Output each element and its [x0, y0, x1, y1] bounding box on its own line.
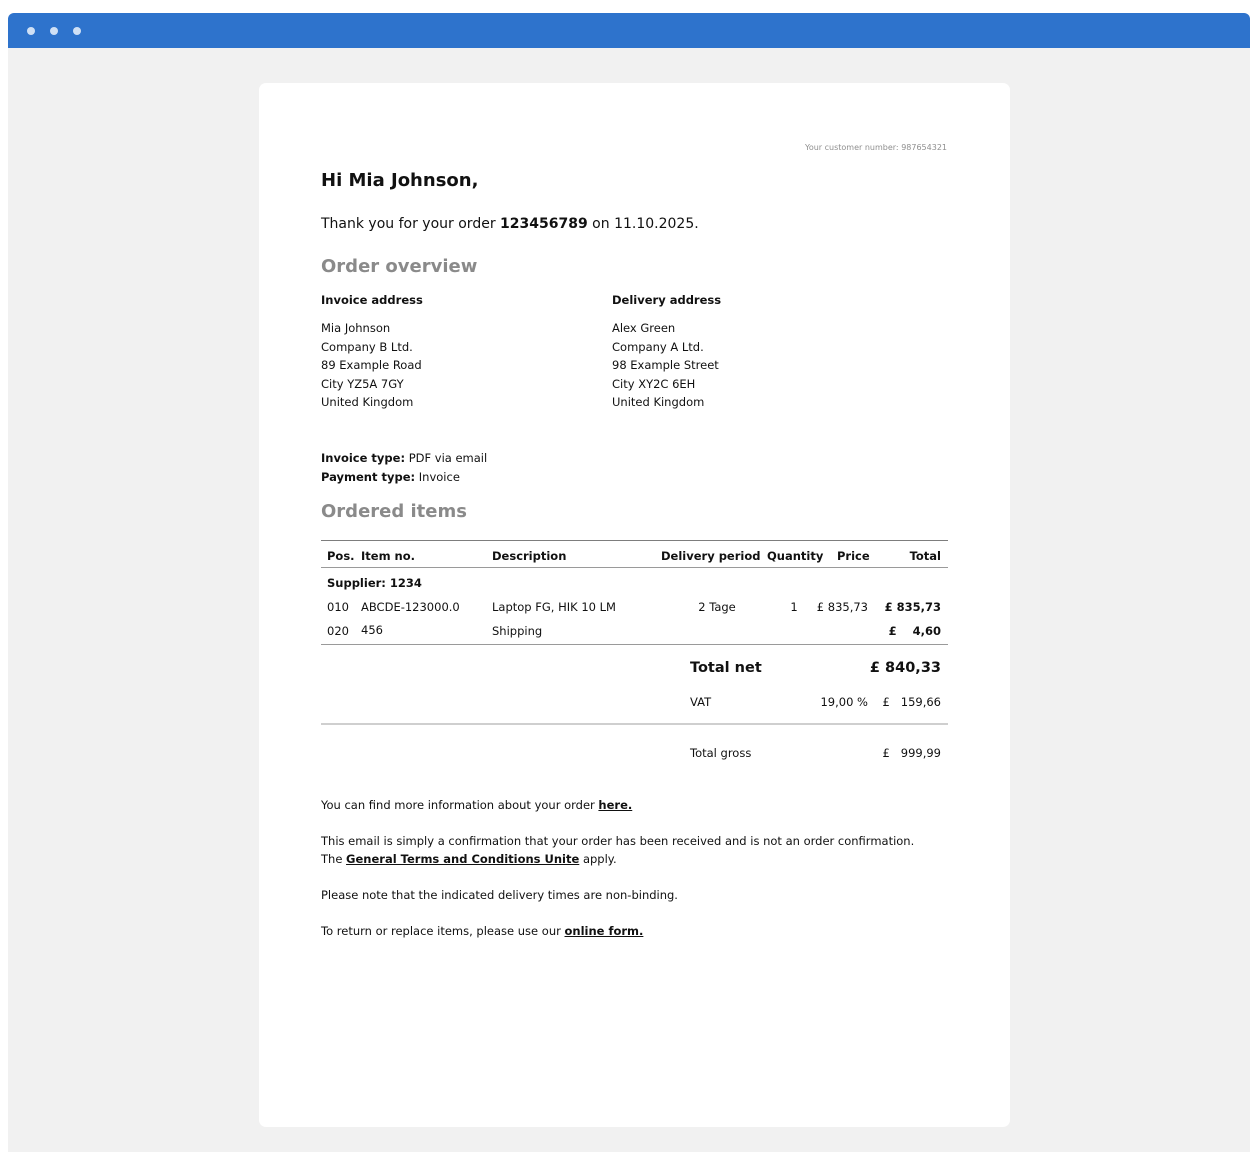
delivery-address-line: United Kingdom [612, 395, 705, 409]
row-price: £ 835,73 [816, 600, 868, 614]
order-number: 123456789 [500, 216, 588, 232]
payment-type-value: Invoice [418, 470, 460, 484]
customer-number: Your customer number: 987654321 [803, 143, 947, 152]
order-info-text: You can find more information about your… [321, 798, 595, 812]
invoice-type-label: Invoice type: [321, 451, 406, 465]
col-header-delivery-period: Delivery period [661, 549, 761, 563]
invoice-address-line: Company B Ltd. [321, 339, 413, 354]
confirmation-note: This email is simply a confirmation that… [321, 832, 914, 868]
invoice-address-line: United Kingdom [321, 395, 414, 409]
row-description: Laptop FG, HIK 10 LM [492, 600, 616, 614]
total-net-label: Total net [690, 660, 762, 676]
row-total: £ 4,60 [888, 624, 941, 638]
row-delivery-period: 2 Tage [698, 600, 736, 614]
col-header-item-no: Item no. [361, 549, 416, 563]
browser-window: Your customer number: 987654321 Hi Mia J… [8, 13, 1250, 1152]
table-top-rule [321, 540, 948, 541]
row-quantity: 1 [790, 600, 798, 614]
invoice-type-line: Invoice type: PDF via email [321, 449, 487, 468]
invoice-address-line: City YZ5A 7GY [321, 376, 404, 391]
thanks-prefix: Thank you for your order [321, 216, 496, 232]
ordered-items-heading: Ordered items [321, 501, 467, 522]
delivery-address-line: City XY2C 6EH [612, 376, 696, 391]
delivery-address: Alex Green Company A Ltd. 98 Example Str… [612, 319, 719, 412]
payment-type-label: Payment type: [321, 470, 416, 484]
delivery-address-line: 98 Example Street [612, 358, 719, 372]
invoice-address-line: Mia Johnson [321, 321, 391, 335]
row-item-no: 456 [361, 623, 383, 637]
total-net-value: £ 840,33 [869, 660, 941, 676]
invoice-address-line: 89 Example Road [321, 358, 422, 372]
header-rule [321, 567, 948, 568]
confirmation-line: This email is simply a confirmation that… [321, 834, 915, 848]
order-overview-heading: Order overview [321, 256, 478, 277]
email-document: Your customer number: 987654321 Hi Mia J… [259, 83, 1010, 1127]
window-titlebar [8, 13, 1250, 48]
online-form-link[interactable]: online form. [565, 924, 644, 938]
col-header-total: Total [909, 549, 941, 563]
return-text: To return or replace items, please use o… [321, 924, 561, 938]
greeting: Hi Mia Johnson, [321, 170, 479, 191]
window-control-dot-icon[interactable] [50, 27, 58, 35]
row-total: £ 835,73 [884, 600, 941, 614]
delivery-times-note: Please note that the indicated delivery … [321, 888, 678, 902]
supplier-label: Supplier: 1234 [327, 576, 422, 590]
row-pos: 020 [327, 624, 349, 638]
return-line: To return or replace items, please use o… [321, 922, 643, 940]
order-info-line: You can find more information about your… [321, 796, 632, 814]
vat-amount: £ 159,66 [882, 695, 941, 709]
row-item-no: ABCDE-123000.0 [361, 600, 460, 614]
terms-link[interactable]: General Terms and Conditions Unite [346, 852, 579, 866]
terms-line: The General Terms and Conditions Unite a… [321, 850, 914, 868]
invoice-address: Mia Johnson Company B Ltd. 89 Example Ro… [321, 319, 422, 412]
window-control-dot-icon[interactable] [27, 27, 35, 35]
customer-number-value: 987654321 [901, 143, 947, 152]
delivery-address-line: Company A Ltd. [612, 339, 704, 354]
total-gross-value: £ 999,99 [882, 746, 941, 760]
col-header-pos: Pos. [327, 549, 355, 563]
customer-number-label: Your customer number: [805, 143, 899, 152]
ordered-items-table: Pos. Item no. Description Delivery perio… [321, 540, 948, 790]
terms-prefix: The [321, 852, 343, 866]
order-info-link[interactable]: here. [598, 798, 632, 812]
window-control-dot-icon[interactable] [73, 27, 81, 35]
invoice-type-value: PDF via email [408, 451, 488, 465]
thanks-on: on [592, 216, 610, 232]
invoice-address-heading: Invoice address [321, 293, 423, 307]
items-rule [321, 644, 948, 645]
totals-rule [321, 723, 948, 725]
terms-suffix: apply. [582, 852, 617, 866]
col-header-price: Price [837, 549, 870, 563]
delivery-address-line: Alex Green [612, 321, 676, 335]
total-gross-label: Total gross [690, 746, 752, 760]
vat-label: VAT [690, 695, 712, 709]
col-header-description: Description [492, 549, 567, 563]
row-pos: 010 [327, 600, 349, 614]
thank-you-line: Thank you for your order 123456789 on 11… [321, 216, 699, 232]
delivery-address-heading: Delivery address [612, 293, 722, 307]
col-header-quantity: Quantity [767, 549, 824, 563]
payment-type-line: Payment type: Invoice [321, 468, 487, 487]
order-date: 11.10.2025. [614, 216, 699, 232]
row-description: Shipping [492, 624, 543, 638]
invoice-payment-info: Invoice type: PDF via email Payment type… [321, 449, 487, 487]
vat-rate: 19,00 % [820, 695, 868, 709]
